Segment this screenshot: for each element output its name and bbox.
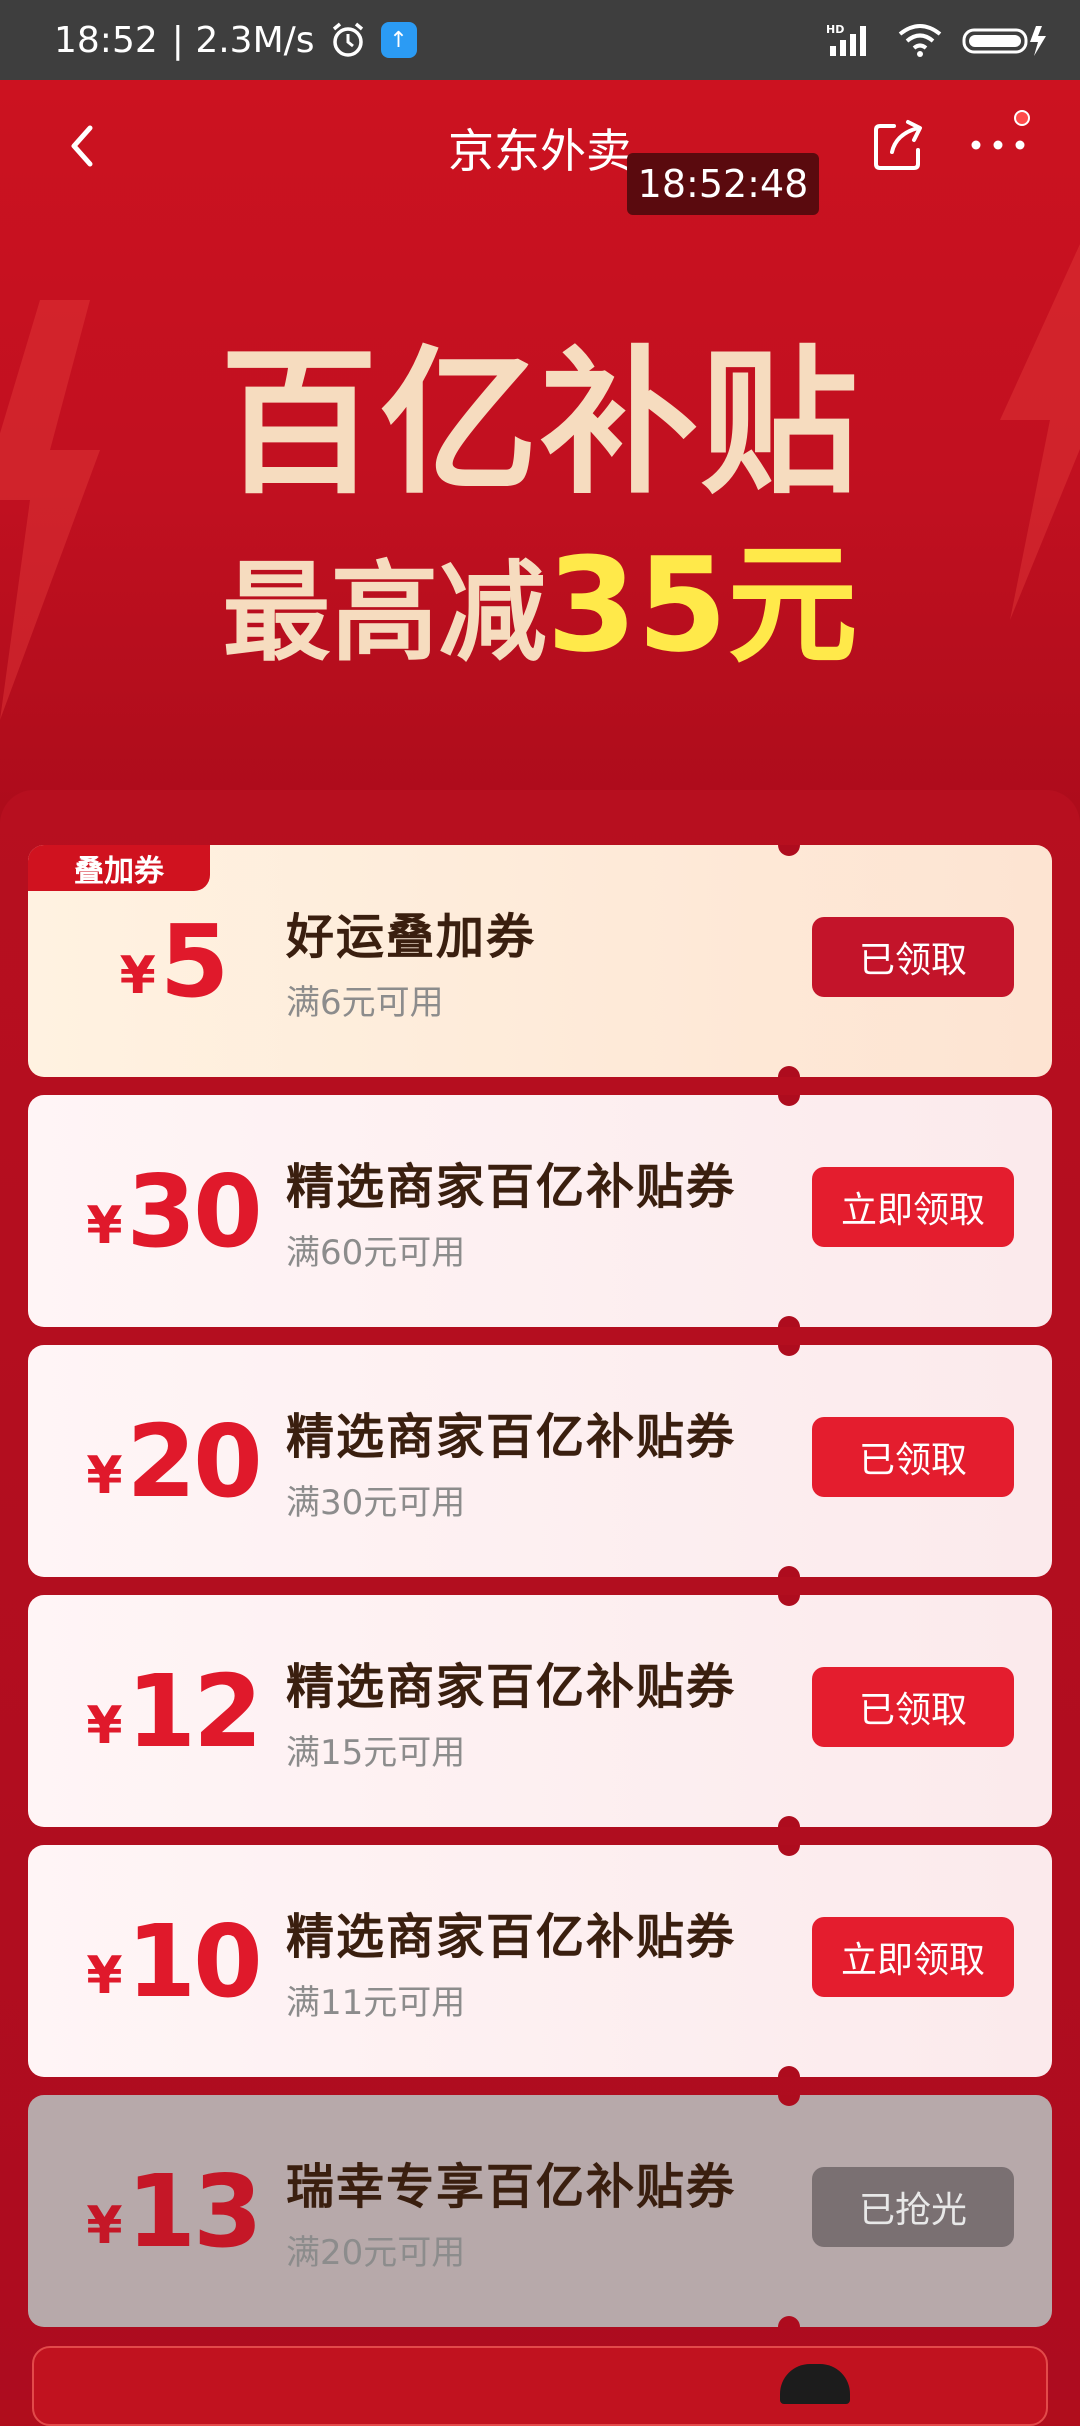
coupon-card: ¥13 瑞幸专享百亿补贴券 满20元可用 已抢光 bbox=[28, 2095, 1052, 2327]
alarm-icon bbox=[332, 22, 363, 57]
sold-out-button: 已抢光 bbox=[812, 2167, 1014, 2247]
coupon-title: 瑞幸专享百亿补贴券 bbox=[286, 2159, 737, 2215]
wifi-icon bbox=[898, 24, 942, 57]
coupon-amount: ¥20 bbox=[68, 1345, 278, 1577]
coupon-card: ¥12 精选商家百亿补贴券 满15元可用 已领取 bbox=[28, 1595, 1052, 1827]
coupon-amount: ¥30 bbox=[68, 1095, 278, 1327]
coupon-title: 好运叠加券 bbox=[286, 909, 537, 965]
coupon-notch bbox=[778, 845, 800, 856]
coupon-amount: ¥10 bbox=[68, 1845, 278, 2077]
currency-symbol: ¥ bbox=[86, 1446, 123, 1506]
coupon-condition: 满11元可用 bbox=[286, 1983, 466, 2023]
more-menu-icon[interactable] bbox=[968, 130, 1028, 160]
coupon-condition: 满20元可用 bbox=[286, 2233, 466, 2273]
coupon-amount: ¥12 bbox=[68, 1595, 278, 1827]
coupon-card: ¥10 精选商家百亿补贴券 满11元可用 立即领取 bbox=[28, 1845, 1052, 2077]
network-speed: | 2.3M/s bbox=[171, 19, 315, 61]
next-section-card bbox=[32, 2346, 1048, 2426]
coupon-value: 5 bbox=[159, 902, 230, 1020]
coupon-value: 13 bbox=[126, 2152, 263, 2270]
hero-banner: 京东外卖 18:52:48 百亿补贴 最高减35元 bbox=[0, 80, 1080, 820]
coupon-card: ¥20 精选商家百亿补贴券 满30元可用 已领取 bbox=[28, 1345, 1052, 1577]
coupon-value: 20 bbox=[126, 1402, 263, 1520]
currency-symbol: ¥ bbox=[119, 946, 156, 1006]
coupon-notch bbox=[778, 2066, 800, 2077]
coupon-value: 10 bbox=[126, 1902, 263, 2020]
coupon-title: 精选商家百亿补贴券 bbox=[286, 1909, 737, 1965]
coupon-condition: 满15元可用 bbox=[286, 1733, 466, 1773]
coupon-notch bbox=[778, 1816, 800, 1827]
hero-subtitle-prefix: 最高减 bbox=[222, 551, 547, 676]
upload-icon: ↑ bbox=[380, 22, 417, 58]
battery-icon bbox=[962, 26, 1046, 56]
currency-symbol: ¥ bbox=[86, 1946, 123, 2006]
coupon-notch bbox=[778, 1095, 800, 1106]
coupon-value: 30 bbox=[126, 1152, 263, 1270]
coupon-notch bbox=[778, 1066, 800, 1077]
notification-dot bbox=[1014, 110, 1030, 126]
network-type-label: HD bbox=[826, 23, 844, 36]
coupon-title: 精选商家百亿补贴券 bbox=[286, 1409, 737, 1465]
coupon-notch bbox=[778, 2095, 800, 2106]
coupon-condition: 满6元可用 bbox=[286, 983, 444, 1023]
coupon-amount: ¥13 bbox=[68, 2095, 278, 2327]
coupon-notch bbox=[778, 2316, 800, 2327]
signal-icon: HD bbox=[826, 23, 866, 56]
coupon-notch bbox=[778, 1345, 800, 1356]
currency-symbol: ¥ bbox=[86, 2196, 123, 2256]
coupon-condition: 满30元可用 bbox=[286, 1483, 466, 1523]
nav-bar: 京东外卖 18:52:48 bbox=[0, 80, 1080, 215]
time-badge: 18:52:48 bbox=[627, 153, 819, 215]
coupon-title: 精选商家百亿补贴券 bbox=[286, 1159, 737, 1215]
coupon-notch bbox=[778, 1566, 800, 1577]
hero-subtitle-highlight: 35元 bbox=[546, 529, 858, 681]
claim-now-button[interactable]: 立即领取 bbox=[812, 1167, 1014, 1247]
claimed-button[interactable]: 已领取 bbox=[812, 917, 1014, 997]
claimed-button[interactable]: 已领取 bbox=[812, 1667, 1014, 1747]
coupon-notch bbox=[778, 1316, 800, 1327]
coupon-card: 叠加券 ¥5 好运叠加券 满6元可用 已领取 bbox=[28, 845, 1052, 1077]
coupon-notch bbox=[778, 1595, 800, 1606]
share-icon[interactable] bbox=[870, 118, 926, 174]
coupon-amount: ¥5 bbox=[68, 845, 278, 1077]
claimed-button[interactable]: 已领取 bbox=[812, 1417, 1014, 1497]
coupon-card: ¥30 精选商家百亿补贴券 满60元可用 立即领取 bbox=[28, 1095, 1052, 1327]
currency-symbol: ¥ bbox=[86, 1696, 123, 1756]
currency-symbol: ¥ bbox=[86, 1196, 123, 1256]
hero-title: 百亿补贴 bbox=[220, 332, 860, 516]
coupon-value: 12 bbox=[126, 1652, 263, 1770]
coupon-condition: 满60元可用 bbox=[286, 1233, 466, 1273]
coupon-title: 精选商家百亿补贴券 bbox=[286, 1659, 737, 1715]
claim-now-button[interactable]: 立即领取 bbox=[812, 1917, 1014, 1997]
status-bar: 18:52 | 2.3M/s ↑ HD bbox=[0, 0, 1080, 80]
status-time: 18:52 bbox=[54, 19, 158, 61]
hero-subtitle: 最高减35元 bbox=[0, 500, 1080, 688]
coupon-notch bbox=[778, 1845, 800, 1856]
